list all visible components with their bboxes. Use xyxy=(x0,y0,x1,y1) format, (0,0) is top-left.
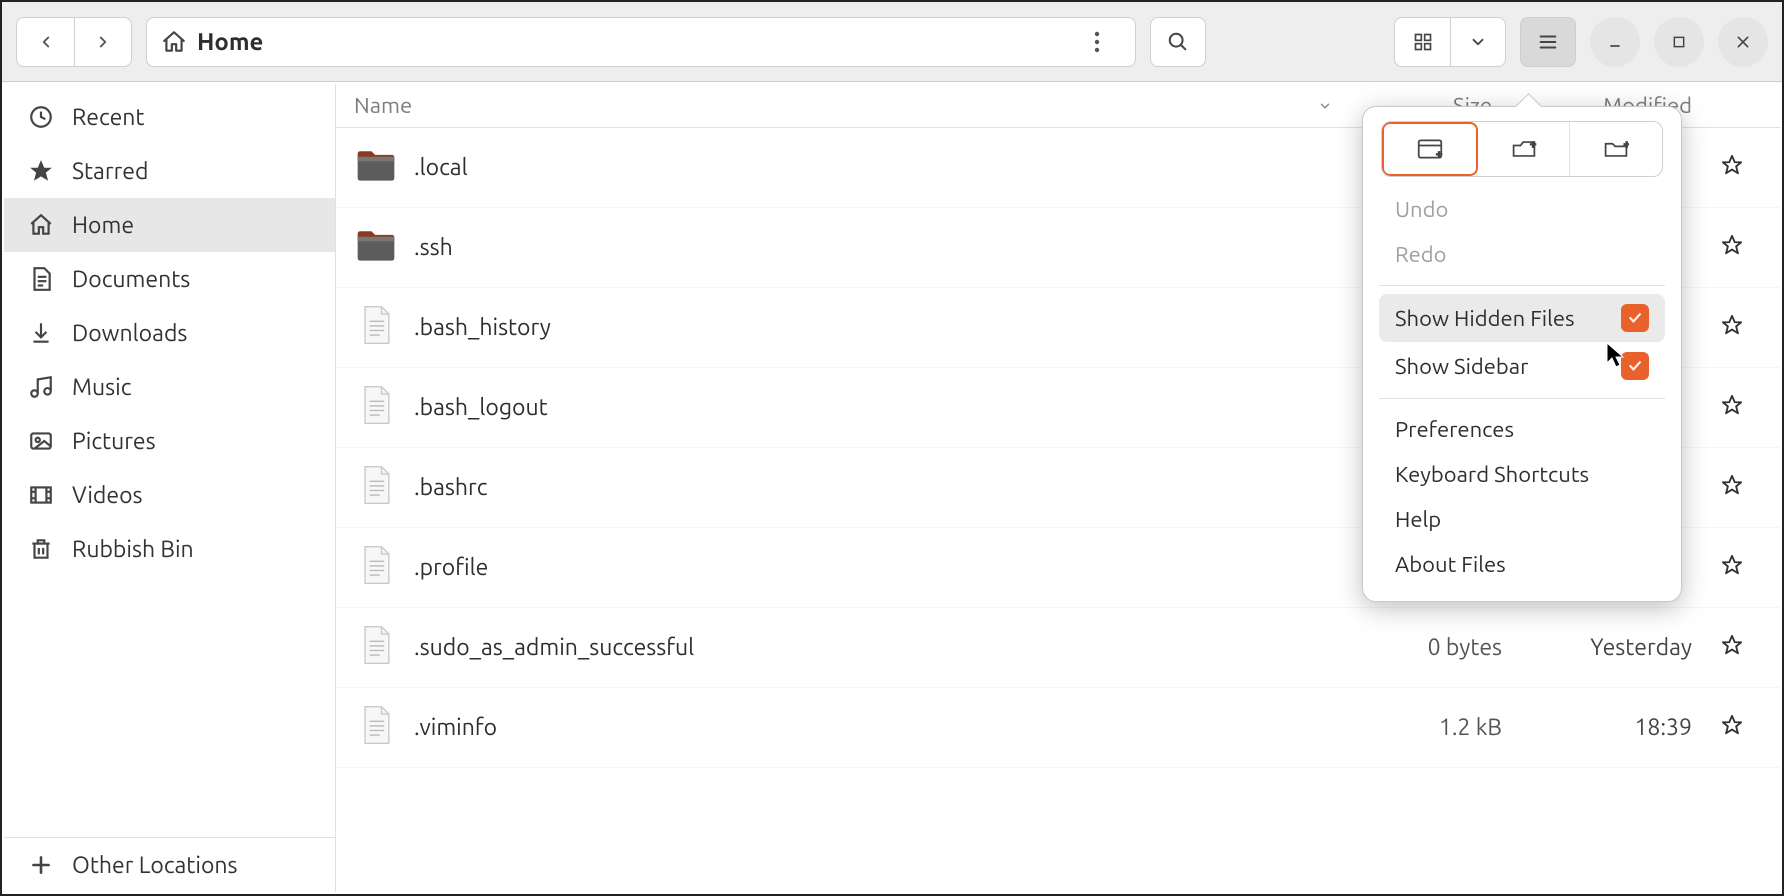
file-icon xyxy=(354,623,414,672)
sidebar-item-recent[interactable]: Recent xyxy=(4,90,335,144)
path-title: Home xyxy=(197,28,263,55)
sidebar-item-label: Recent xyxy=(72,105,144,130)
svg-text:+: + xyxy=(1436,148,1442,160)
view-switch-group xyxy=(1394,17,1506,67)
file-name: .viminfo xyxy=(414,715,1342,740)
folder-icon xyxy=(354,143,414,192)
svg-text:+: + xyxy=(1624,138,1629,149)
new-folder-button[interactable]: + xyxy=(1570,122,1662,176)
grid-view-button[interactable] xyxy=(1394,17,1450,67)
menu-redo: Redo xyxy=(1379,232,1665,277)
menu-show-hidden[interactable]: Show Hidden Files ✓ xyxy=(1379,294,1665,342)
file-modified: Yesterday xyxy=(1502,635,1702,660)
star-button[interactable] xyxy=(1702,474,1762,501)
file-name: .ssh xyxy=(414,235,1342,260)
column-name[interactable]: Name xyxy=(354,93,412,118)
star-button[interactable] xyxy=(1702,234,1762,261)
file-name: .local xyxy=(414,155,1342,180)
sidebar-item-downloads[interactable]: Downloads xyxy=(4,306,335,360)
star-button[interactable] xyxy=(1702,394,1762,421)
sidebar-item-pictures[interactable]: Pictures xyxy=(4,414,335,468)
sidebar-item-label: Music xyxy=(72,375,131,400)
file-icon xyxy=(354,383,414,432)
maximize-button[interactable] xyxy=(1654,17,1704,67)
nav-group xyxy=(16,17,132,67)
sidebar-item-documents[interactable]: Documents xyxy=(4,252,335,306)
file-name: .bashrc xyxy=(414,475,1342,500)
sidebar-item-label: Downloads xyxy=(72,321,187,346)
forward-button[interactable] xyxy=(74,17,132,67)
file-name: .profile xyxy=(414,555,1342,580)
sidebar-item-trash[interactable]: Rubbish Bin xyxy=(4,522,335,576)
sidebar-item-home[interactable]: Home xyxy=(4,198,335,252)
sidebar-item-label: Home xyxy=(72,213,134,238)
menu-preferences[interactable]: Preferences xyxy=(1379,407,1665,452)
minimize-button[interactable] xyxy=(1590,17,1640,67)
close-button[interactable] xyxy=(1718,17,1768,67)
star-button[interactable] xyxy=(1702,154,1762,181)
file-size: 0 bytes xyxy=(1342,635,1502,660)
view-options-button[interactable] xyxy=(1450,17,1506,67)
file-icon xyxy=(354,703,414,752)
sidebar-item-music[interactable]: Music xyxy=(4,360,335,414)
cursor-icon xyxy=(1605,342,1627,370)
sidebar-item-label: Rubbish Bin xyxy=(72,537,194,562)
sidebar-item-videos[interactable]: Videos xyxy=(4,468,335,522)
new-tab-button[interactable]: + xyxy=(1478,122,1571,176)
file-size: 1.2 kB xyxy=(1342,715,1502,740)
file-icon xyxy=(354,543,414,592)
file-name: .bash_logout xyxy=(414,395,1342,420)
menu-help[interactable]: Help xyxy=(1379,497,1665,542)
sidebar-item-label: Other Locations xyxy=(72,853,238,878)
menu-shortcuts[interactable]: Keyboard Shortcuts xyxy=(1379,452,1665,497)
sidebar-item-label: Starred xyxy=(72,159,148,184)
sidebar: Recent Starred Home Documents Downloads … xyxy=(4,84,336,892)
file-modified: 18:39 xyxy=(1502,715,1702,740)
star-button[interactable] xyxy=(1702,314,1762,341)
star-button[interactable] xyxy=(1702,714,1762,741)
path-menu-button[interactable] xyxy=(1073,18,1121,66)
file-icon xyxy=(354,463,414,512)
home-icon xyxy=(161,29,187,55)
path-bar[interactable]: Home xyxy=(146,17,1136,67)
sort-indicator-icon xyxy=(1318,99,1332,113)
sidebar-item-label: Pictures xyxy=(72,429,156,454)
sidebar-item-starred[interactable]: Starred xyxy=(4,144,335,198)
svg-text:+: + xyxy=(1530,138,1536,149)
sidebar-item-label: Videos xyxy=(72,483,143,508)
file-icon xyxy=(354,303,414,352)
sidebar-item-other-locations[interactable]: Other Locations xyxy=(4,837,335,892)
file-row[interactable]: .sudo_as_admin_successful 0 bytes Yester… xyxy=(336,608,1780,688)
search-button[interactable] xyxy=(1150,17,1206,67)
folder-icon xyxy=(354,223,414,272)
main-menu-popover: + + + Undo Redo Show Hidden Files ✓ Show… xyxy=(1362,106,1682,602)
menu-undo: Undo xyxy=(1379,187,1665,232)
menu-about[interactable]: About Files xyxy=(1379,542,1665,587)
file-name: .bash_history xyxy=(414,315,1342,340)
back-button[interactable] xyxy=(16,17,74,67)
checkbox-checked-icon: ✓ xyxy=(1621,304,1649,332)
sidebar-item-label: Documents xyxy=(72,267,190,292)
new-window-button[interactable]: + xyxy=(1382,122,1478,176)
star-button[interactable] xyxy=(1702,554,1762,581)
file-row[interactable]: .viminfo 1.2 kB 18:39 xyxy=(336,688,1780,768)
star-button[interactable] xyxy=(1702,634,1762,661)
file-name: .sudo_as_admin_successful xyxy=(414,635,1342,660)
hamburger-menu-button[interactable] xyxy=(1520,17,1576,67)
